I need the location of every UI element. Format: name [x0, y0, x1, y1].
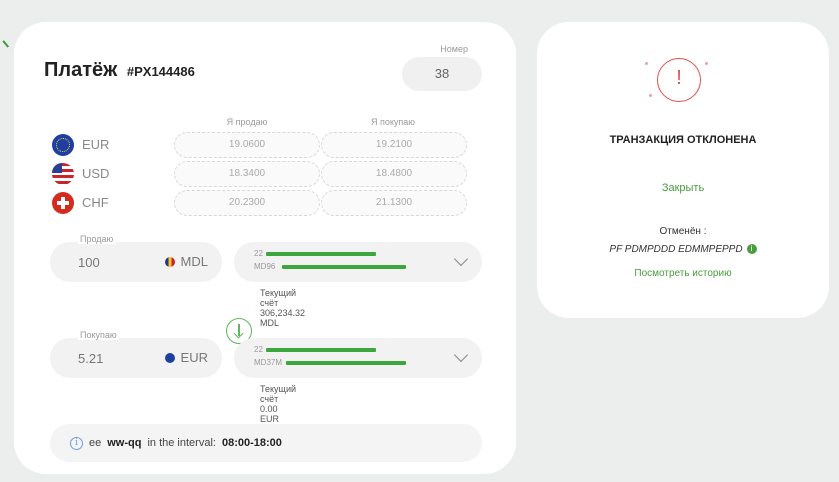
chevron-down-icon	[453, 251, 469, 267]
redaction-bar	[286, 361, 406, 365]
buy-account-line2: MD37M	[254, 358, 283, 367]
usd-buy-rate: 18.4800	[321, 161, 467, 187]
chf-buy-rate: 21.1300	[321, 190, 467, 216]
sell-currency: MDL	[180, 254, 208, 269]
cancelled-reference-text: PF PDMPDDD EDMMPEPPD	[609, 244, 743, 255]
cancelled-reference: PF PDMPDDD EDMMPEPPD i	[537, 244, 829, 255]
cancelled-label: Отменён :	[659, 226, 707, 237]
sell-account-select[interactable]: 22 MD96	[234, 242, 482, 282]
chevron-down-icon	[453, 347, 469, 363]
payment-number-field: Номер 38	[402, 44, 482, 91]
view-history-link[interactable]: Посмотреть историю	[537, 268, 829, 279]
sell-amount-input[interactable]: 100 MDL	[50, 242, 222, 282]
info-icon: i	[70, 436, 83, 450]
sell-label: Продаю	[78, 234, 116, 244]
usd-sell-rate: 18.3400	[174, 161, 320, 187]
sell-amount-value: 100	[78, 255, 100, 270]
decor-dot	[645, 62, 648, 65]
info-filled-icon[interactable]: i	[746, 244, 757, 255]
number-value: 38	[402, 57, 482, 91]
buy-balance: Текущий счёт 0.00 EUR	[260, 384, 296, 424]
buy-amount-value: 5.21	[78, 351, 104, 366]
transaction-status-card: ! ТРАНЗАКЦИЯ ОТКЛОНЕНА Закрыть Отменён :…	[537, 22, 829, 318]
rate-currency: USD	[82, 166, 110, 181]
close-link[interactable]: Закрыть	[537, 182, 829, 194]
sell-account-line2: MD96	[254, 262, 276, 271]
info-prefix: ee	[89, 437, 102, 449]
buy-currency: EUR	[180, 350, 208, 365]
page-title: Платёж #PX144486	[44, 59, 195, 82]
rate-row-eur: EUR 19.0600 19.2100	[52, 132, 472, 160]
buy-account-line1: 22	[254, 345, 263, 354]
buy-currency-tag: EUR	[164, 350, 208, 365]
info-bar: i ee ww-qq in the interval: 08:00-18:00	[50, 424, 482, 462]
buy-account-select[interactable]: 22 MD37M	[234, 338, 482, 378]
ch-flag-icon	[52, 192, 74, 214]
number-label: Номер	[440, 44, 468, 54]
buy-rate-header: Я покупаю	[370, 117, 416, 127]
rate-row-chf: CHF 20.2300 21.1300	[52, 190, 472, 218]
sell-rate-header: Я продаю	[226, 117, 268, 127]
payment-id: #PX144486	[126, 64, 195, 79]
decor-dot	[649, 94, 652, 97]
md-flag-icon	[164, 256, 175, 267]
status-title: ТРАНЗАКЦИЯ ОТКЛОНЕНА	[609, 134, 757, 146]
us-flag-icon	[52, 163, 74, 185]
redaction-bar	[266, 348, 376, 352]
rate-currency: CHF	[82, 195, 109, 210]
info-bold-2: 08:00-18:00	[221, 437, 282, 449]
info-middle: in the interval:	[147, 437, 216, 449]
eu-flag-icon	[52, 134, 74, 156]
sell-account-line1: 22	[254, 249, 263, 258]
sell-balance: Текущий счёт 306,234.32 MDL	[260, 288, 306, 328]
buy-amount-input[interactable]: 5.21 EUR	[50, 338, 222, 378]
info-bold-1: ww-qq	[107, 437, 142, 449]
buy-label: Покупаю	[78, 330, 119, 340]
rate-currency: EUR	[82, 137, 110, 152]
chf-sell-rate: 20.2300	[174, 190, 320, 216]
eur-buy-rate: 19.2100	[321, 132, 467, 158]
redaction-bar	[266, 252, 376, 256]
payment-card: Платёж #PX144486 Номер 38 Я продаю Я пок…	[14, 22, 516, 474]
sell-currency-tag: MDL	[164, 254, 208, 269]
alert-icon: !	[657, 58, 701, 102]
redaction-bar	[282, 265, 406, 269]
eur-sell-rate: 19.0600	[174, 132, 320, 158]
rate-row-usd: USD 18.3400 18.4800	[52, 161, 472, 189]
payment-title: Платёж	[44, 59, 118, 81]
eu-dot-icon	[164, 352, 175, 363]
decor-dot	[705, 62, 708, 65]
